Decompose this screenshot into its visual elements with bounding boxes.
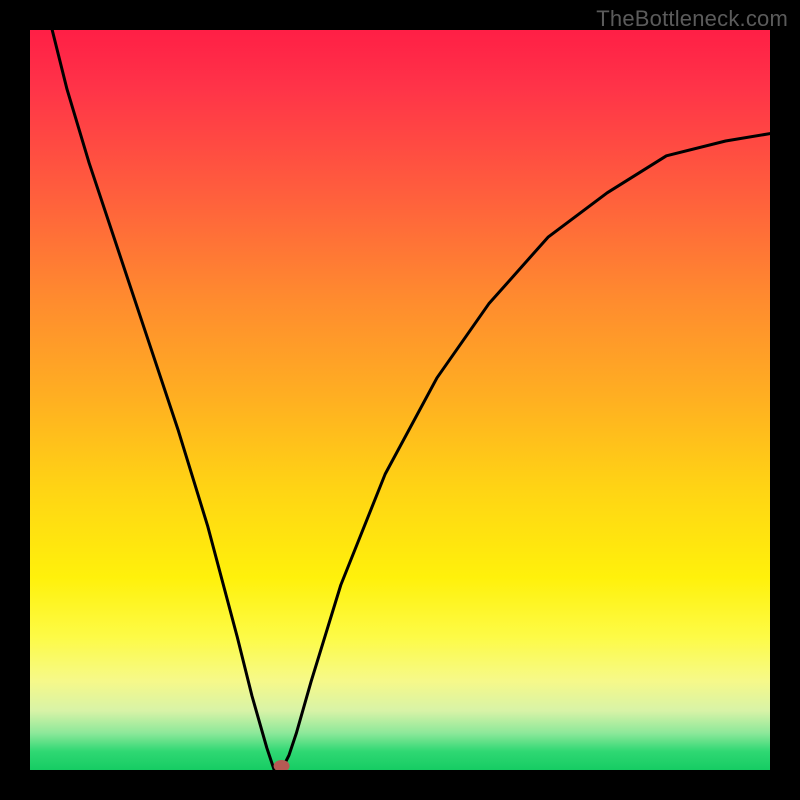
chart-frame: TheBottleneck.com — [0, 0, 800, 800]
chart-svg — [30, 30, 770, 770]
plot-area — [30, 30, 770, 770]
attribution-text: TheBottleneck.com — [596, 6, 788, 32]
bottleneck-curve — [52, 30, 770, 770]
